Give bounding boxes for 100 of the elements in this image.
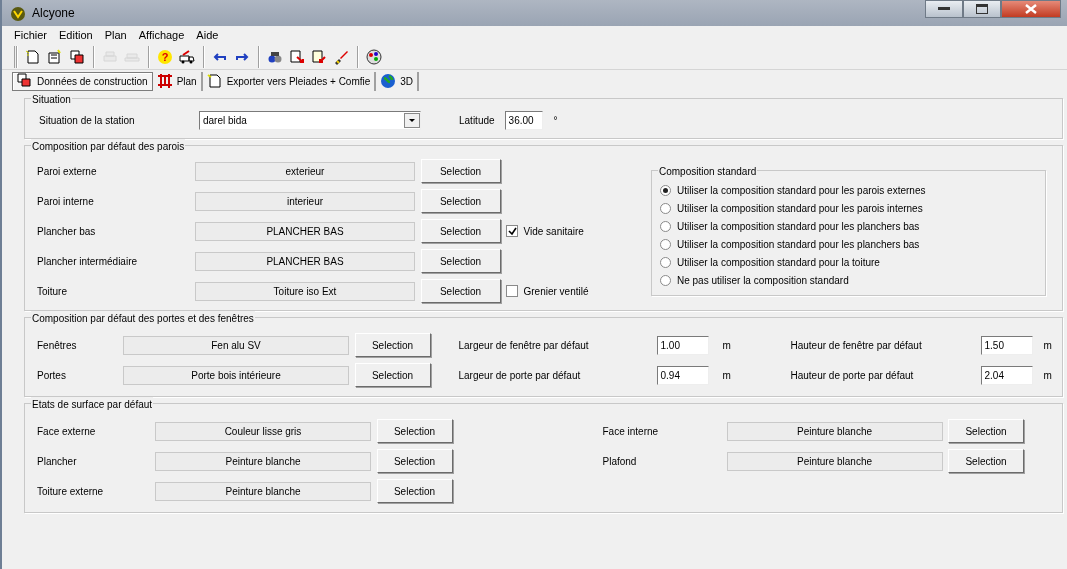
help-icon[interactable]: ? xyxy=(157,49,173,66)
checkbox[interactable] xyxy=(506,225,518,237)
width-field[interactable]: 0.94 xyxy=(656,365,709,385)
value-field: Fen alu SV xyxy=(123,335,349,355)
selection-button[interactable]: Selection xyxy=(376,479,453,503)
selection-button[interactable]: Selection xyxy=(420,189,501,213)
field-label: Largeur de porte par défaut xyxy=(458,368,582,383)
maximize-button[interactable] xyxy=(963,0,1001,18)
document-icon[interactable] xyxy=(25,49,41,66)
height-field[interactable]: 1.50 xyxy=(980,335,1033,355)
selection-button[interactable]: Selection xyxy=(354,333,431,357)
documents-icon[interactable] xyxy=(69,49,85,66)
selection-button[interactable]: Selection xyxy=(420,159,501,183)
unit-label: m xyxy=(1043,338,1052,353)
radio-button[interactable] xyxy=(660,184,671,196)
selection-button[interactable]: Selection xyxy=(948,419,1024,443)
field-label: Portes xyxy=(37,368,67,383)
field-label: Toiture xyxy=(37,284,68,299)
value-field: interieur xyxy=(195,191,415,211)
tab[interactable]: Données de construction xyxy=(12,71,153,91)
radio-label: Utiliser la composition standard pour les planchers bas xyxy=(677,219,920,234)
field-label: Plancher intermédiaire xyxy=(37,254,139,269)
maximize-icon xyxy=(976,4,988,14)
tab[interactable]: 3D xyxy=(376,71,420,91)
unit-label: m xyxy=(722,368,732,383)
menu-item[interactable]: Edition xyxy=(55,26,101,44)
radio-button[interactable] xyxy=(660,202,671,214)
minimize-button[interactable] xyxy=(925,0,963,18)
minimize-icon xyxy=(938,7,950,11)
group-title: Composition standard xyxy=(658,164,758,179)
menu-item[interactable]: Aide xyxy=(192,26,227,44)
radio-label: Utiliser la composition standard pour les parois internes xyxy=(677,201,923,216)
radio-button[interactable] xyxy=(660,256,671,268)
height-field[interactable]: 2.04 xyxy=(980,365,1033,385)
radio-button[interactable] xyxy=(660,238,671,250)
field-label: Paroi externe xyxy=(37,164,98,179)
selection-button[interactable]: Selection xyxy=(420,219,501,243)
value-field: PLANCHER BAS xyxy=(195,251,415,271)
radio-button[interactable] xyxy=(660,274,671,286)
value-field: Peinture blanche xyxy=(155,481,371,501)
radio-label: Utiliser la composition standard pour la toiture xyxy=(677,255,880,270)
menu-item[interactable]: Plan xyxy=(100,26,135,44)
station-dropdown[interactable]: darel bida xyxy=(199,111,421,130)
field-label: Hauteur de porte par défaut xyxy=(790,368,915,383)
selection-button[interactable]: Selection xyxy=(376,419,453,443)
unit-label: ° xyxy=(553,114,558,128)
field-label: Face interne xyxy=(602,424,660,439)
menu-item[interactable]: Affichage xyxy=(134,26,193,44)
selection-button[interactable]: Selection xyxy=(420,279,501,303)
palette-icon[interactable] xyxy=(366,49,382,66)
document-arrow-icon[interactable] xyxy=(311,49,327,66)
app-logo-icon xyxy=(10,5,26,22)
tab[interactable]: Plan xyxy=(152,71,203,91)
checkbox[interactable] xyxy=(506,285,518,297)
field-label: Fenêtres xyxy=(37,338,78,353)
globe-icon xyxy=(380,73,397,90)
latitude-field[interactable]: 36.00 xyxy=(504,111,543,130)
field-label: Plancher xyxy=(37,454,78,469)
field-label: Paroi interne xyxy=(37,194,95,209)
width-field[interactable]: 1.00 xyxy=(656,335,709,355)
truck-icon[interactable] xyxy=(179,49,195,66)
field-label: Toiture externe xyxy=(37,484,105,499)
close-icon xyxy=(1025,4,1037,14)
group-title: Composition par défaut des parois xyxy=(31,139,186,154)
selection-button[interactable]: Selection xyxy=(376,449,453,473)
selection-button[interactable]: Selection xyxy=(948,449,1024,473)
document-icon xyxy=(206,73,223,90)
value-field: PLANCHER BAS xyxy=(195,221,415,241)
value-field: Porte bois intérieure xyxy=(123,365,349,385)
unit-label: m xyxy=(722,338,732,353)
field-label: Situation de la station xyxy=(39,114,136,128)
value-field: Peinture blanche xyxy=(155,451,371,471)
value-field: Peinture blanche xyxy=(726,421,943,441)
radio-button[interactable] xyxy=(660,220,671,232)
selection-button[interactable]: Selection xyxy=(420,249,501,273)
radio-label: Utiliser la composition standard pour les parois externes xyxy=(677,183,926,198)
group-title: Composition par défaut des portes et des fenêtres xyxy=(31,311,255,326)
field-label: Plafond xyxy=(602,454,638,469)
document-arrow-icon[interactable] xyxy=(289,49,305,66)
brush-icon[interactable] xyxy=(333,49,349,66)
value-field: Couleur lisse gris xyxy=(155,421,371,441)
selection-button[interactable]: Selection xyxy=(354,363,431,387)
documents-icon xyxy=(17,73,33,90)
menu-item[interactable]: Fichier xyxy=(10,26,55,44)
field-label: Hauteur de fenêtre par défaut xyxy=(790,338,923,353)
close-button[interactable] xyxy=(1001,0,1061,18)
window-title: Alcyone xyxy=(32,5,75,22)
value-field: Toiture iso Ext xyxy=(195,281,415,301)
checkbox-label: Grenier ventilé xyxy=(523,284,589,299)
checkbox-label: Vide sanitaire xyxy=(523,224,584,239)
group-title: Etats de surface par défaut xyxy=(31,397,154,412)
tab[interactable]: Exporter vers Pleiades + Comfie xyxy=(202,71,377,91)
field-label: Face externe xyxy=(37,424,97,439)
document-icon[interactable] xyxy=(47,49,63,66)
field-label: Largeur de fenêtre par défaut xyxy=(458,338,590,353)
radio-label: Ne pas utiliser la composition standard xyxy=(677,273,849,288)
field-label: Latitude xyxy=(459,114,495,128)
floor-plan-icon xyxy=(156,73,173,90)
unit-label: m xyxy=(1043,368,1052,383)
value-field: Peinture blanche xyxy=(726,451,943,471)
